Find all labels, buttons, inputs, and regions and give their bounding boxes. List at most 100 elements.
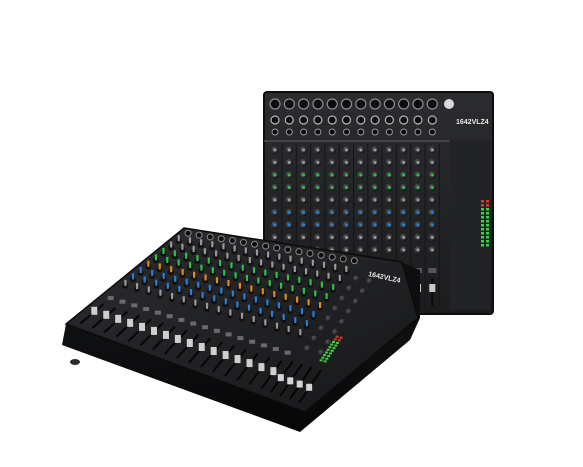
front-meter-led [327,355,331,358]
front-fader-cap [103,310,110,319]
front-master-knob [318,325,325,332]
channel-button [428,268,437,273]
front-meter-led [335,341,339,344]
front-knob-cap [170,241,173,248]
front-meter-led [333,338,337,341]
front-knob-cap [208,284,211,291]
knob-cap [402,236,406,239]
knob-cap [273,173,277,177]
front-button [237,336,244,341]
front-knob-cap [309,279,312,286]
front-jack [251,240,259,248]
knob-cap [359,248,363,252]
front-jack [295,248,303,256]
meter-led [481,236,484,239]
line-jack [370,115,380,125]
knob-cap [345,198,348,202]
front-knob-cap [222,243,225,250]
knob-cap [287,236,291,239]
knob-cap [416,236,420,239]
front-master-knob [352,298,360,305]
front-knob-cap [237,254,240,261]
line-jack [299,115,309,125]
front-knob-cap [338,274,341,281]
front-knob-cap [200,239,203,246]
knob-cap [345,248,348,252]
line-jack [356,115,366,125]
insert-jack [414,128,422,136]
line-jack [341,115,352,125]
front-knob-cap [188,237,192,244]
knob-cap [287,223,291,227]
front-knob-cap [166,282,169,289]
front-fader-cap [174,334,181,343]
knob-cap [330,173,334,177]
knob-cap [359,236,363,239]
knob-cap [316,223,320,227]
front-knob-cap [252,267,256,274]
front-knob-cap [158,263,161,270]
front-knob-cap [247,304,251,311]
front-knob-cap [264,269,267,276]
line-jack [327,115,337,125]
knob-cap [330,161,334,164]
knob-cap [273,148,277,152]
knob-cap [416,161,420,164]
front-meter-led [332,347,336,350]
line-jack [284,115,294,125]
knob-cap [302,186,306,189]
knob-cap [302,198,306,202]
front-jack [273,244,281,252]
knob-cap [302,223,306,227]
knob-cap [273,211,277,214]
knob-cap [359,148,363,152]
knob-cap [287,161,291,164]
divider-line [264,140,450,142]
knob-cap [373,173,377,177]
knob-cap [430,148,434,152]
front-knob-cap [124,279,127,286]
meter-led [486,208,489,211]
meter-led [481,204,484,207]
front-meter-led [328,346,332,349]
front-button [213,328,220,333]
front-knob-cap [236,301,239,308]
front-knob-cap [192,245,195,252]
front-knob-cap [261,288,264,295]
front-fader-cap [151,326,158,335]
front-button [154,310,161,315]
xlr-jack [426,98,438,110]
front-button [166,314,173,319]
knob-cap [302,161,306,164]
front-master-fader-cap [296,380,303,388]
knob-cap [402,211,406,214]
front-knob-cap [218,259,222,266]
front-knob-cap [259,307,262,314]
knob-cap [387,248,391,252]
meter-led [481,216,484,219]
front-meter-led [326,348,330,351]
front-knob-cap [162,247,165,254]
knob-cap [416,198,420,202]
knob-cap [287,148,291,152]
front-knob-cap [162,272,165,279]
meter-led [486,240,489,243]
front-knob-cap [302,287,305,294]
knob-cap [430,198,434,202]
knob-cap [302,173,306,177]
knob-cap [373,248,377,252]
knob-cap [430,161,434,164]
knob-cap [416,186,420,189]
front-knob-cap [267,251,270,258]
meter-led [486,220,489,223]
front-fader-cap [234,355,241,364]
insert-jack [400,128,408,136]
front-fader-cap [246,359,253,368]
knob-cap [402,173,406,177]
xlr-jack [326,98,338,110]
knob-cap [359,186,363,189]
front-knob-cap [170,266,173,273]
front-knob-cap [154,254,158,261]
front-fader-cap [270,367,277,376]
front-meter-led [324,351,328,354]
